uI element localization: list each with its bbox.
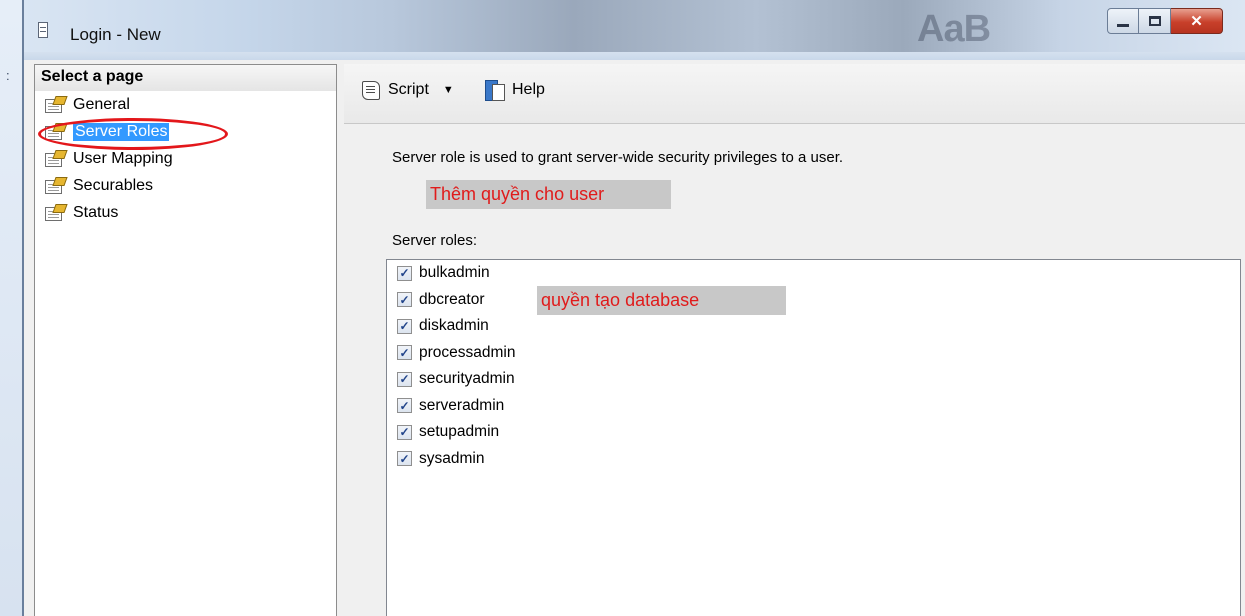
page-wrench-icon: [45, 122, 68, 141]
page-item-general[interactable]: General: [35, 91, 336, 118]
chevron-down-icon[interactable]: ▼: [443, 84, 454, 96]
role-name: dbcreator: [419, 290, 485, 308]
role-name: setupadmin: [419, 423, 500, 441]
close-icon: ✕: [1190, 13, 1203, 30]
maximize-icon: [1148, 16, 1161, 26]
window-controls: ✕: [1107, 8, 1223, 34]
role-checkbox[interactable]: ✓: [397, 451, 412, 467]
page-item-user-mapping[interactable]: User Mapping: [35, 145, 336, 172]
script-label: Script: [388, 81, 429, 98]
role-row-sysadmin[interactable]: ✓ sysadmin: [387, 446, 1240, 473]
page-wrench-icon: [45, 95, 68, 114]
role-checkbox[interactable]: ✓: [397, 292, 412, 308]
role-name: diskadmin: [419, 317, 489, 335]
maximize-button[interactable]: [1139, 8, 1171, 34]
background-ribbon-text: AaB: [917, 8, 991, 50]
page-wrench-icon: [45, 149, 68, 168]
page-item-label: Securables: [73, 176, 154, 194]
page-item-server-roles[interactable]: Server Roles: [35, 118, 336, 150]
page-item-label: User Mapping: [73, 149, 173, 167]
background-application: :: [0, 0, 24, 616]
annotation-create-database: quyền tạo database: [537, 286, 786, 315]
server-roles-page: Server role is used to grant server-wide…: [344, 125, 1245, 616]
role-row-bulkadmin[interactable]: ✓ bulkadmin: [387, 260, 1240, 287]
page-item-status[interactable]: Status: [35, 199, 336, 226]
frame-edge: [24, 52, 1245, 60]
login-new-dialog: Login - New AaB ✕ Select a page General …: [22, 0, 1245, 616]
role-row-diskadmin[interactable]: ✓ diskadmin: [387, 313, 1240, 340]
help-label: Help: [512, 81, 545, 98]
role-row-securityadmin[interactable]: ✓ securityadmin: [387, 366, 1240, 393]
page-item-label: General: [73, 95, 130, 113]
role-checkbox[interactable]: ✓: [397, 318, 412, 334]
role-checkbox[interactable]: ✓: [397, 398, 412, 414]
role-name: bulkadmin: [419, 264, 490, 282]
window-icon: [38, 22, 48, 38]
role-checkbox[interactable]: ✓: [397, 265, 412, 281]
toolbar: Script ▼ Help: [344, 64, 1245, 124]
role-name: serveradmin: [419, 396, 505, 414]
close-button[interactable]: ✕: [1171, 8, 1223, 34]
role-row-setupadmin[interactable]: ✓ setupadmin: [387, 419, 1240, 446]
minimize-icon: [1117, 23, 1129, 27]
title-bar[interactable]: Login - New AaB ✕: [24, 0, 1245, 60]
background-glyph: :: [6, 68, 10, 83]
role-checkbox[interactable]: ✓: [397, 371, 412, 387]
page-list: General Server Roles User Mapping Secura…: [35, 91, 336, 226]
server-roles-list[interactable]: ✓ bulkadmin ✓ dbcreator ✓ diskadmin ✓ pr…: [386, 259, 1241, 616]
role-name: sysadmin: [419, 449, 485, 467]
role-row-dbcreator[interactable]: ✓ dbcreator: [387, 287, 1240, 314]
script-icon: [360, 80, 382, 100]
role-row-serveradmin[interactable]: ✓ serveradmin: [387, 393, 1240, 420]
role-name: processadmin: [419, 343, 516, 361]
page-item-securables[interactable]: Securables: [35, 172, 336, 199]
page-wrench-icon: [45, 203, 68, 222]
help-button[interactable]: Help: [484, 78, 545, 102]
page-item-label: Status: [73, 203, 119, 221]
server-roles-label: Server roles:: [392, 232, 478, 249]
page-item-label: Server Roles: [73, 122, 170, 141]
roles-list-items: ✓ bulkadmin ✓ dbcreator ✓ diskadmin ✓ pr…: [387, 260, 1240, 472]
minimize-button[interactable]: [1107, 8, 1139, 34]
help-book-icon: [484, 80, 506, 101]
window-title: Login - New: [70, 25, 161, 44]
script-button[interactable]: Script ▼: [360, 78, 454, 102]
annotation-add-permission: Thêm quyền cho user: [426, 180, 671, 209]
role-name: securityadmin: [419, 370, 515, 388]
page-wrench-icon: [45, 176, 68, 195]
role-checkbox[interactable]: ✓: [397, 345, 412, 361]
page-description: Server role is used to grant server-wide…: [392, 149, 844, 166]
select-page-header: Select a page: [35, 65, 336, 91]
page-selector-pane: Select a page General Server Roles User …: [34, 64, 337, 616]
role-checkbox[interactable]: ✓: [397, 424, 412, 440]
role-row-processadmin[interactable]: ✓ processadmin: [387, 340, 1240, 367]
